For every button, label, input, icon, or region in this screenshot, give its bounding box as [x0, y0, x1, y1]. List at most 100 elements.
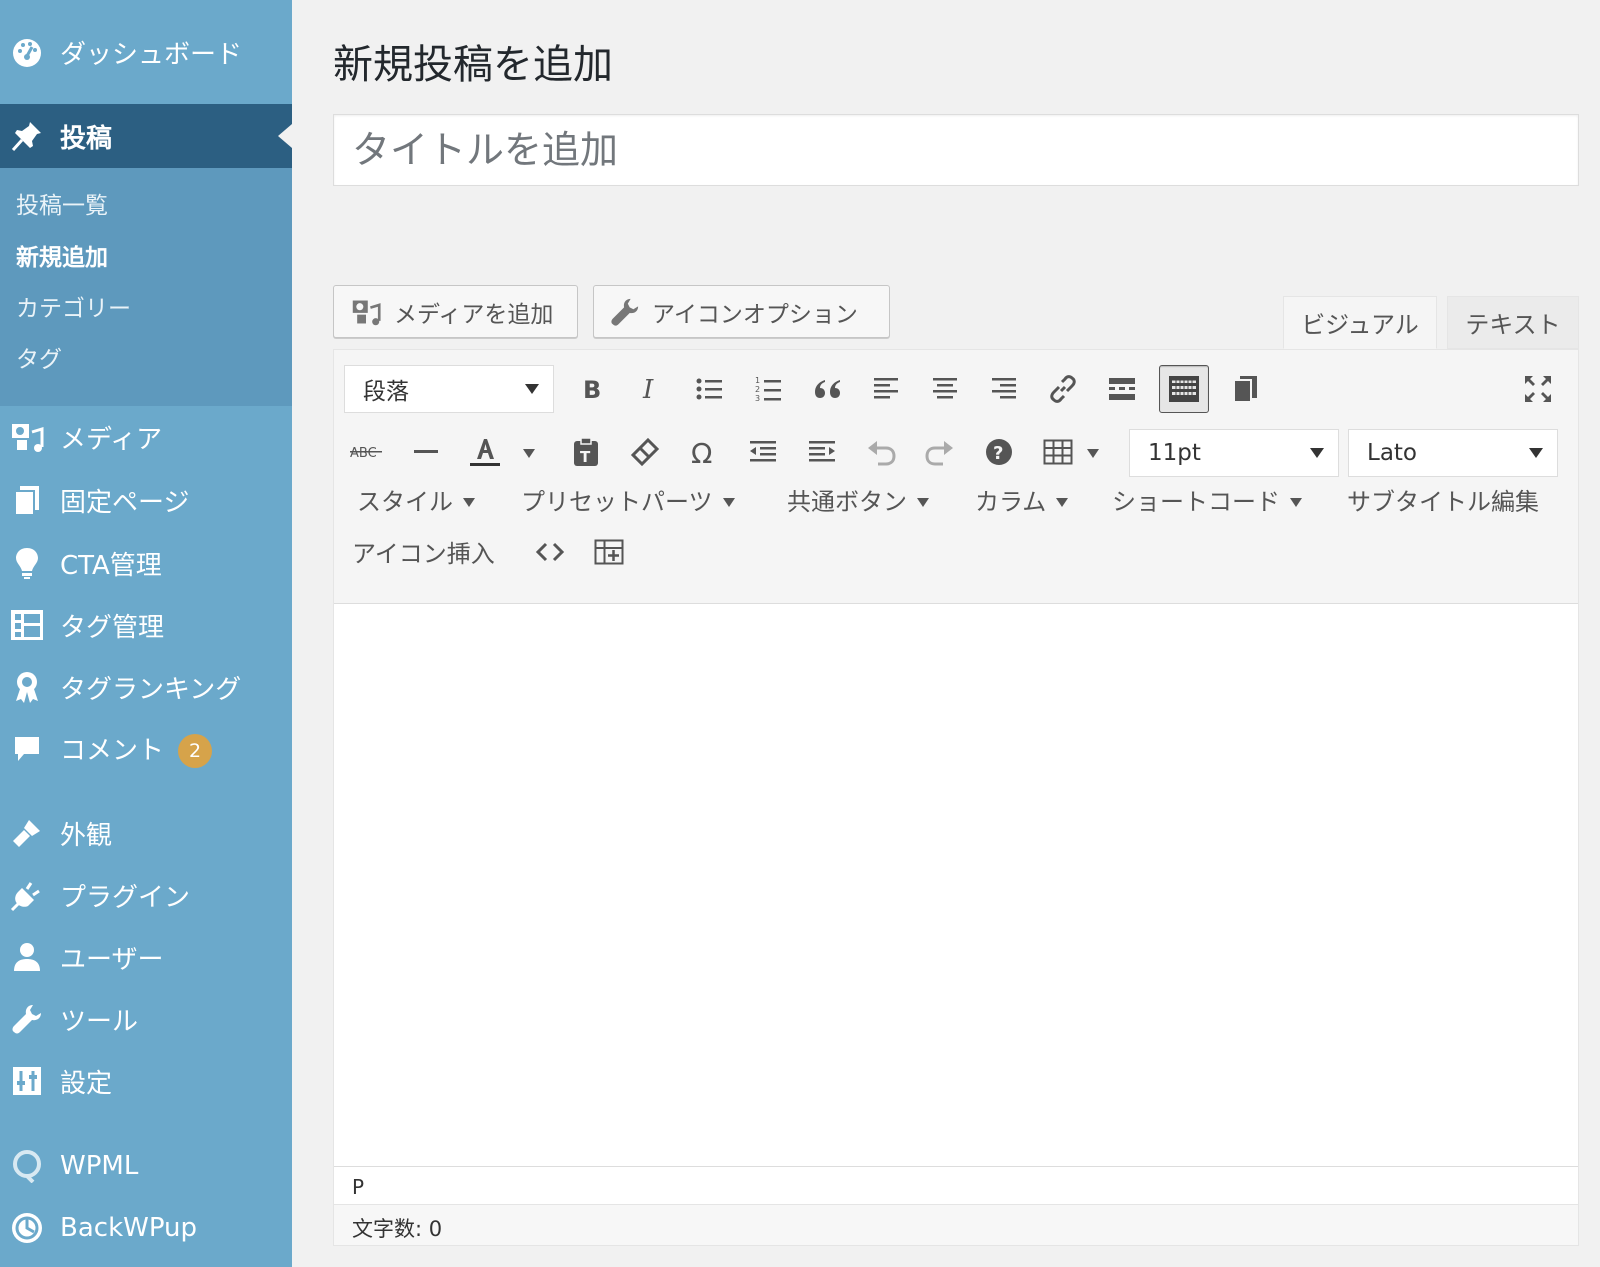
sidebar-item-settings[interactable]: 設定 — [0, 1053, 292, 1109]
redo-icon — [925, 441, 953, 466]
svg-text:?: ? — [993, 443, 1003, 464]
sidebar-item-dashboard[interactable]: ダッシュボード — [0, 24, 292, 80]
media-icon — [10, 420, 44, 454]
svg-text:T: T — [580, 448, 591, 466]
sidebar-item-appearance[interactable]: 外観 — [0, 805, 292, 861]
toolbar-toggle-button[interactable] — [1159, 365, 1209, 413]
sidebar-item-label: 設定 — [60, 1068, 113, 1099]
bold-button[interactable]: B — [569, 367, 613, 411]
columns-menu[interactable]: カラム — [975, 482, 1069, 517]
insert-table-button[interactable] — [587, 530, 631, 574]
blockquote-button[interactable] — [805, 367, 849, 411]
italic-button[interactable]: I — [628, 367, 672, 411]
sidebar-item-comments[interactable]: コメント 2 — [0, 721, 292, 777]
special-character-button[interactable]: Ω — [682, 430, 726, 474]
indent-icon — [809, 441, 835, 462]
align-left-icon — [874, 378, 898, 399]
sidebar-item-label: BackWPup — [60, 1213, 198, 1243]
redo-button[interactable] — [918, 430, 962, 474]
paintbrush-icon — [10, 816, 44, 850]
undo-button[interactable] — [859, 430, 903, 474]
font-family-select[interactable]: Lato — [1348, 429, 1558, 477]
sidebar-item-wpml[interactable]: WPML — [0, 1138, 292, 1194]
styles-menu[interactable]: スタイル — [357, 482, 475, 517]
align-right-button[interactable] — [982, 367, 1026, 411]
font-size-select[interactable]: 11pt — [1129, 429, 1339, 477]
chevron-down-icon — [1529, 448, 1543, 458]
tab-text[interactable]: テキスト — [1447, 296, 1579, 349]
editor-content-area[interactable] — [334, 604, 1578, 1166]
submenu-item-all-posts[interactable]: 投稿一覧 — [16, 186, 108, 220]
sidebar-item-tag-ranking[interactable]: タグランキング — [0, 659, 292, 715]
bullet-list-button[interactable] — [687, 367, 731, 411]
read-more-button[interactable] — [1100, 367, 1144, 411]
current-menu-arrow — [278, 124, 292, 148]
sidebar-item-cta[interactable]: CTA管理 — [0, 535, 292, 591]
sidebar-item-backwpup[interactable]: BackWPup — [0, 1200, 292, 1256]
indent-button[interactable] — [800, 430, 844, 474]
fullscreen-button[interactable] — [1516, 367, 1560, 411]
pushpin-icon — [10, 119, 44, 153]
sidebar-item-plugins[interactable]: プラグイン — [0, 867, 292, 923]
copy-pages-button[interactable] — [1223, 367, 1267, 411]
insert-link-button[interactable] — [1041, 367, 1085, 411]
text-color-button[interactable] — [463, 430, 507, 474]
horizontal-line-button[interactable] — [404, 430, 448, 474]
wpml-icon — [10, 1149, 44, 1183]
format-select-value: 段落 — [363, 379, 409, 405]
sidebar-item-tag-manage[interactable]: タグ管理 — [0, 597, 292, 653]
award-icon — [10, 670, 44, 704]
help-button[interactable]: ? — [977, 430, 1021, 474]
post-title-input[interactable] — [333, 114, 1579, 186]
sidebar-item-label: 固定ページ — [60, 487, 190, 518]
sidebar-item-label: ユーザー — [60, 944, 164, 975]
word-count: 文字数: 0 — [334, 1204, 1578, 1245]
numbered-list-button[interactable]: 123 — [746, 367, 790, 411]
svg-text:3: 3 — [755, 394, 760, 403]
chevron-down-icon[interactable] — [1087, 449, 1099, 458]
sidebar-item-pages[interactable]: 固定ページ — [0, 472, 292, 528]
sidebar-item-media[interactable]: メディア — [0, 409, 292, 465]
sidebar-item-tools[interactable]: ツール — [0, 991, 292, 1047]
subtitle-edit-menu[interactable]: サブタイトル編集 — [1347, 482, 1539, 517]
chevron-down-icon[interactable] — [523, 449, 535, 458]
code-icon — [535, 542, 565, 562]
outdent-button[interactable] — [741, 430, 785, 474]
submenu-item-tags[interactable]: タグ — [16, 340, 62, 374]
quote-icon — [815, 380, 840, 398]
paste-as-text-button[interactable]: T — [564, 430, 608, 474]
shortcodes-menu[interactable]: ショートコード — [1112, 482, 1302, 517]
sidebar-item-label: コメント 2 — [60, 730, 213, 769]
sidebar-item-label: CTA管理 — [60, 550, 162, 581]
format-select[interactable]: 段落 — [344, 365, 554, 413]
pages-icon — [1233, 376, 1257, 403]
numbered-list-icon: 123 — [755, 376, 781, 403]
clear-formatting-button[interactable] — [623, 430, 667, 474]
tab-visual[interactable]: ビジュアル — [1283, 296, 1437, 349]
italic-icon: I — [642, 376, 654, 402]
sidebar-item-users[interactable]: ユーザー — [0, 929, 292, 985]
align-left-button[interactable] — [864, 367, 908, 411]
sidebar-item-posts[interactable]: 投稿 — [0, 104, 292, 168]
table-button[interactable] — [1036, 430, 1080, 474]
strikethrough-button[interactable]: ABC — [344, 430, 388, 474]
chevron-down-icon — [1056, 498, 1069, 507]
page-title: 新規投稿を追加 — [333, 42, 613, 88]
chevron-down-icon — [1290, 498, 1302, 507]
media-icon — [350, 297, 382, 327]
common-buttons-menu[interactable]: 共通ボタン — [787, 482, 929, 517]
align-center-button[interactable] — [923, 367, 967, 411]
icon-options-button[interactable]: アイコンオプション — [593, 285, 890, 338]
add-media-button[interactable]: メディアを追加 — [333, 285, 578, 338]
fullscreen-icon — [1525, 376, 1551, 402]
code-button[interactable] — [528, 530, 572, 574]
align-center-icon — [933, 378, 957, 399]
plug-icon — [10, 878, 44, 912]
element-path: P — [334, 1166, 1578, 1204]
icon-insert-button[interactable]: アイコン挿入 — [352, 534, 495, 569]
preset-parts-menu[interactable]: プリセットパーツ — [521, 482, 735, 517]
comment-icon — [10, 732, 44, 766]
submenu-item-categories[interactable]: カテゴリー — [16, 289, 131, 323]
submenu-item-add-new[interactable]: 新規追加 — [16, 238, 108, 272]
chevron-down-icon — [525, 384, 539, 394]
